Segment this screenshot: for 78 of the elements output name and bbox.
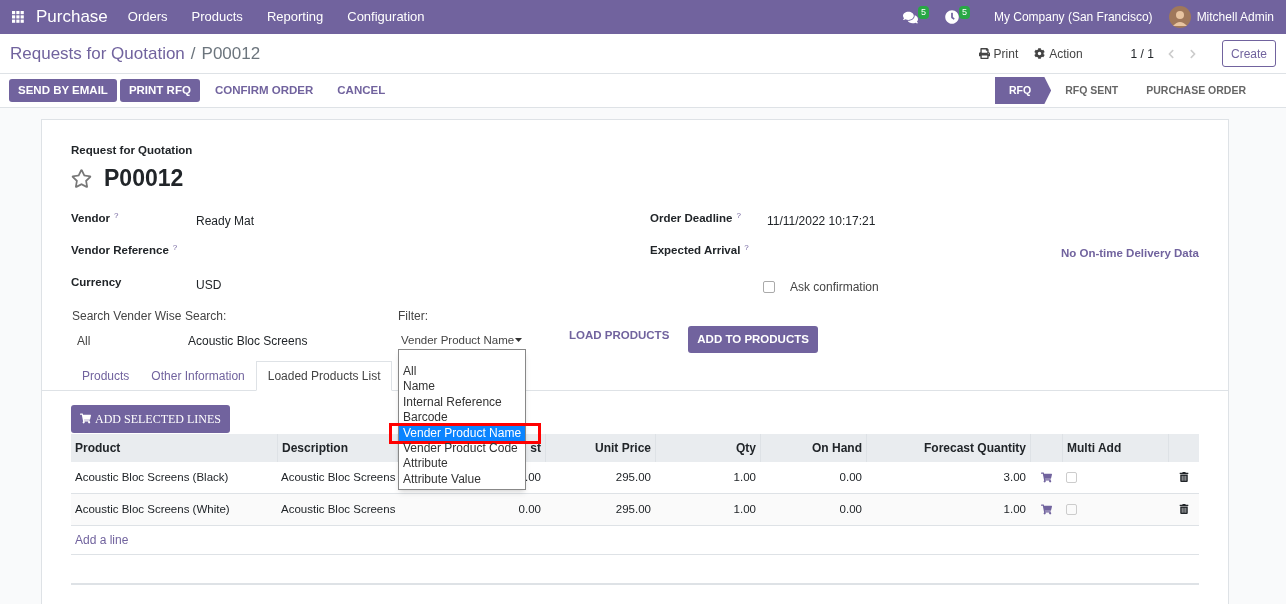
dropdown-option[interactable]: Vender Product Code xyxy=(399,441,525,457)
table-cell-text: Acoustic Bloc Screens xyxy=(280,469,397,485)
table-cell-text: 1.00 xyxy=(732,501,757,517)
help-mark[interactable]: ? xyxy=(744,242,749,252)
field-label: Search: xyxy=(185,307,228,325)
action-link[interactable]: CANCEL xyxy=(328,79,395,102)
column-header[interactable]: Unit Price xyxy=(546,433,656,462)
activity-count-badge: 5 xyxy=(958,6,970,19)
dropdown-option[interactable]: Attribute Value xyxy=(399,471,525,488)
help-mark[interactable]: ? xyxy=(172,242,178,252)
help-mark[interactable]: ? xyxy=(114,210,119,220)
field-label: Order Deadline $^{?}$ xyxy=(650,209,742,226)
action-button[interactable]: PRINT RFQ xyxy=(119,79,200,102)
form-subtitle: Request for Quotation xyxy=(71,143,194,158)
dropdown-option[interactable]: Name xyxy=(399,379,525,395)
column-header[interactable]: Qty xyxy=(656,433,761,462)
create-button[interactable]: Create xyxy=(1221,40,1276,67)
app-title[interactable]: Purchase xyxy=(36,4,108,30)
field-label: Filter: xyxy=(398,307,429,325)
add-selected-lines-button[interactable]: ADD SELECTED LINES xyxy=(71,404,230,433)
add-to-products-button[interactable]: ADD TO PRODUCTS xyxy=(688,325,818,353)
action-link[interactable]: CONFIRM ORDER xyxy=(205,79,323,102)
search-field[interactable]: Acoustic Bloc Screens xyxy=(185,331,398,350)
table-cell-text: .00 xyxy=(524,469,542,485)
column-header[interactable]: Forecast Quantity xyxy=(867,433,1031,462)
tab[interactable]: Other Information xyxy=(140,360,256,391)
column-header[interactable]: Product xyxy=(71,433,278,462)
dropdown-option[interactable]: Attribute xyxy=(399,456,525,472)
menu-item[interactable]: Reporting xyxy=(266,7,324,27)
user-menu[interactable]: Mitchell Admin xyxy=(1196,8,1274,26)
status-step[interactable]: RFQ SENT xyxy=(1051,77,1133,104)
record-name: P00012 xyxy=(104,164,184,194)
add-line-link[interactable]: Add a line xyxy=(75,530,129,549)
status-step[interactable]: PURCHASE ORDER xyxy=(1132,77,1260,104)
field-label: Currency xyxy=(71,274,123,290)
dropdown-option[interactable]: All xyxy=(399,364,525,380)
table-cell-text: Acoustic Bloc Screens (White) xyxy=(74,501,231,517)
tab[interactable]: Loaded Products List xyxy=(255,360,393,391)
load-products-button[interactable]: LOAD PRODUCTS xyxy=(569,326,670,344)
pager-value: 1 / 1 xyxy=(1130,45,1154,63)
field-label: Vendor Reference $^{?}$ xyxy=(71,241,179,258)
field-label: Search Vender Wise xyxy=(72,307,183,325)
table-cell-text: Acoustic Bloc Screens xyxy=(280,501,397,517)
table-cell-text: 295.00 xyxy=(614,469,652,485)
checkbox-label: Ask confirmation xyxy=(790,278,879,296)
column-header[interactable]: Multi Add xyxy=(1063,433,1169,462)
table-cell-text: 1.00 xyxy=(1002,501,1027,517)
field-value[interactable]: Ready Mat xyxy=(196,209,255,242)
menu-item[interactable]: Orders xyxy=(127,7,168,27)
dropdown-option[interactable]: Internal Reference xyxy=(399,394,525,411)
action-menu[interactable]: Action xyxy=(1034,44,1083,63)
breadcrumb-current: P00012 xyxy=(201,42,261,65)
menu-item[interactable]: Products xyxy=(191,7,243,27)
breadcrumb-link[interactable]: Requests for Quotation xyxy=(10,40,185,67)
message-count-badge: 5 xyxy=(917,6,929,19)
table-cell-text: 0.00 xyxy=(838,501,863,517)
column-header[interactable]: On Hand xyxy=(761,433,867,462)
filter-select[interactable]: Vender Product Name xyxy=(398,331,528,349)
action-button[interactable]: SEND BY EMAIL xyxy=(9,79,117,102)
breadcrumb-separator: / xyxy=(190,42,196,65)
table-cell-text: 295.00 xyxy=(614,501,652,517)
field-value[interactable]: 11/11/2022 10:17:21 xyxy=(767,209,876,242)
field-label: Vendor $^{?}$ xyxy=(71,209,120,226)
table-cell-text: Acoustic Bloc Screens (Black) xyxy=(74,469,230,485)
table-cell-text: 0.00 xyxy=(838,469,863,485)
company-switcher[interactable]: My Company (San Francisco) xyxy=(993,8,1153,26)
table-cell-text: 1.00 xyxy=(732,469,757,485)
table-cell-text: 3.00 xyxy=(1002,469,1027,485)
delivery-data-link[interactable]: No On-time Delivery Data xyxy=(1060,241,1199,274)
status-step[interactable]: RFQ xyxy=(994,77,1052,104)
field-label: Expected Arrival $^{?}$ xyxy=(650,241,750,258)
menu-item[interactable]: Configuration xyxy=(347,7,425,27)
field-value[interactable]: USD xyxy=(196,273,222,306)
tab[interactable]: Products xyxy=(71,360,141,391)
help-mark[interactable]: ? xyxy=(736,210,741,220)
print-menu[interactable]: Print xyxy=(978,44,1019,63)
vendor-select[interactable]: All xyxy=(72,331,185,350)
dropdown-option[interactable]: Barcode xyxy=(399,410,525,426)
